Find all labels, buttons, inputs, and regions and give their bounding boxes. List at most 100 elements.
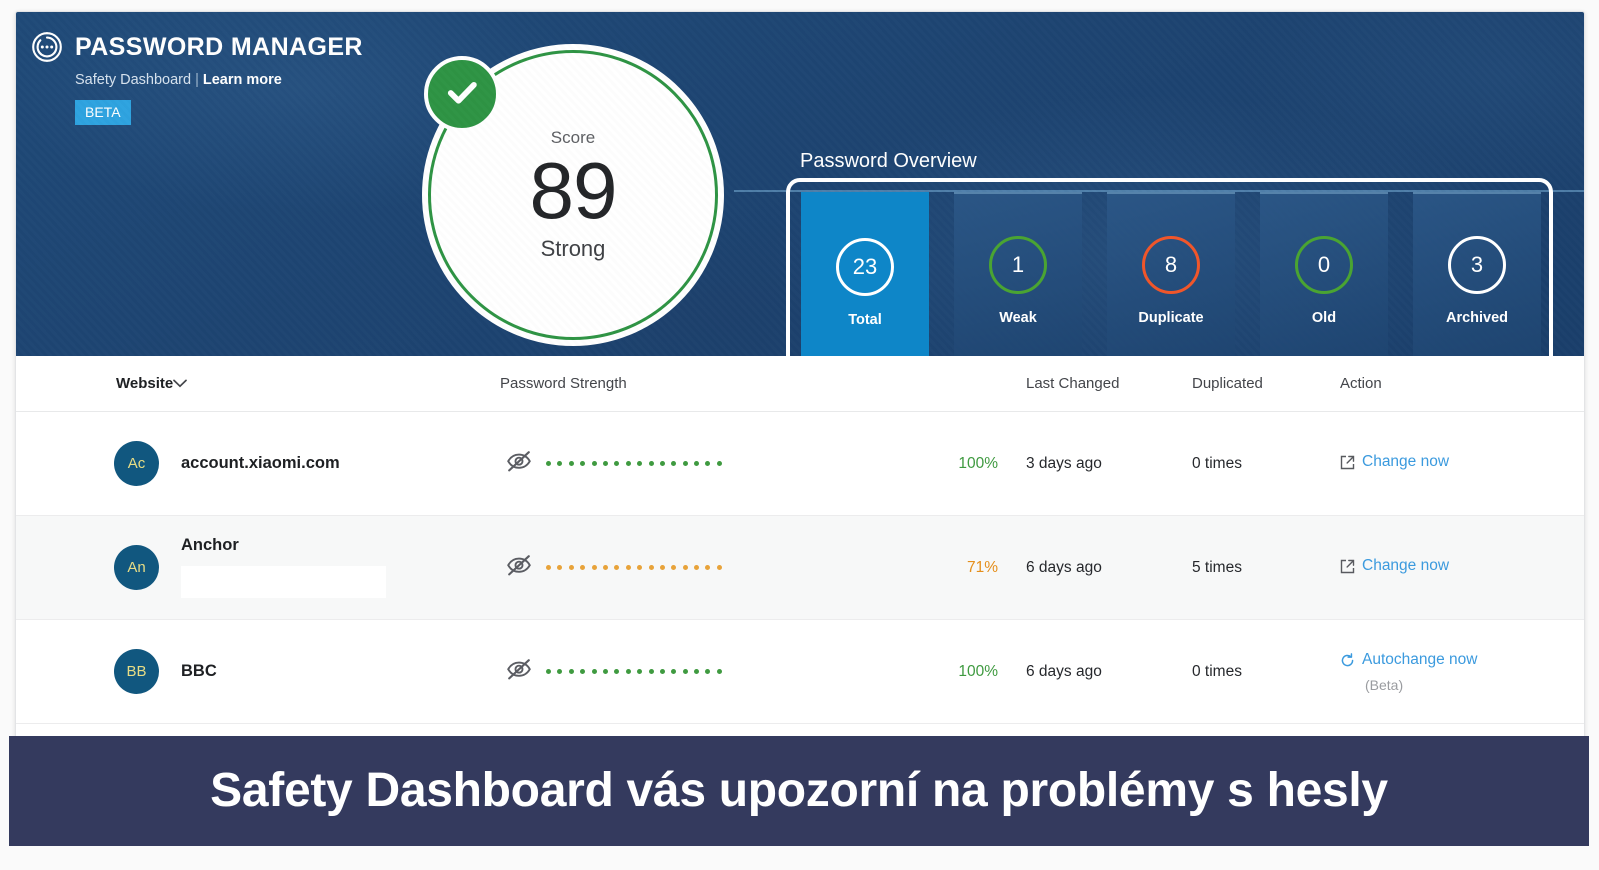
strength-percent: 100% [958, 454, 998, 472]
external-link-icon [1340, 559, 1355, 579]
overview-label: Duplicate [1138, 309, 1204, 326]
strength-percent-cell: 71% [892, 559, 1004, 577]
screenshot-stage: PASSWORD MANAGER Safety Dashboard | Learn … [0, 0, 1599, 870]
action-cell: Change now [1340, 557, 1584, 579]
overview-count-ring: 3 [1448, 235, 1506, 294]
table-row[interactable]: An Anchor 71% 6 days ago 5 times Change now [16, 516, 1584, 620]
password-dot [591, 461, 597, 466]
overview-card-duplicate[interactable]: 8 Duplicate [1107, 192, 1235, 356]
password-dot [716, 669, 722, 674]
overview-card-total[interactable]: 23 Total [801, 192, 929, 356]
password-dot [682, 461, 688, 466]
password-dot [591, 565, 597, 570]
eye-off-icon[interactable] [506, 554, 532, 581]
duplicated-value: 0 times [1192, 662, 1242, 680]
action-link[interactable]: Change now [1340, 557, 1449, 579]
password-dot [580, 565, 586, 570]
score-check-badge [424, 56, 500, 132]
password-dot [659, 461, 665, 466]
overview-label: Old [1311, 309, 1337, 326]
website-cell: BB BBC [30, 649, 500, 694]
overview-card-archived[interactable]: 3 Archived [1413, 192, 1541, 356]
safety-dashboard-label: Safety Dashboard [75, 72, 192, 88]
password-overview-title: Password Overview [800, 150, 977, 172]
website-cell: An Anchor [30, 537, 500, 598]
password-dot [637, 565, 643, 570]
overview-card-old[interactable]: 0 Old [1260, 192, 1388, 356]
password-overview-cards: 23 Total 1 Weak 8 Duplicate 0 Old 3 Archived [801, 192, 1541, 356]
password-dot [705, 565, 711, 570]
password-dot [694, 565, 700, 570]
strength-percent: 71% [966, 558, 998, 576]
avatar: BB [114, 649, 159, 694]
password-dot [648, 461, 654, 466]
redacted-username-field [181, 565, 386, 598]
app-window: PASSWORD MANAGER Safety Dashboard | Learn … [15, 11, 1585, 823]
table-row[interactable]: BB BBC 100% 6 days ago 0 times Autochange n… [16, 620, 1584, 724]
last-changed-cell: 3 days ago [1004, 455, 1192, 473]
score-state: Strong [540, 235, 606, 261]
duplicated-cell: 5 times [1192, 559, 1340, 577]
score-label: Score [550, 128, 596, 148]
header-action-label: Action [1340, 374, 1382, 392]
password-dot [602, 669, 608, 674]
password-dot [671, 461, 677, 466]
password-dot [716, 565, 722, 570]
password-dot [659, 669, 665, 674]
eye-off-icon[interactable] [506, 658, 532, 685]
action-cell: Change now [1340, 453, 1584, 475]
table-row[interactable]: Ac account.xiaomi.com 100% 3 days ago 0 tim… [16, 412, 1584, 516]
chevron-down-icon[interactable] [173, 375, 188, 393]
app-title: PASSWORD MANAGER [75, 32, 363, 61]
passwords-table: Website Password Strength Last Changed D… [16, 356, 1584, 724]
overview-count: 23 [852, 253, 878, 279]
overview-label: Total [848, 311, 882, 328]
beta-badge: BETA [75, 99, 131, 125]
duplicated-value: 5 times [1192, 558, 1242, 576]
password-dot [557, 461, 563, 466]
action-label: Autochange now [1362, 650, 1478, 668]
header-website-cell[interactable]: Website [30, 375, 500, 393]
password-dot [614, 461, 620, 466]
learn-more-link[interactable]: Learn more [203, 72, 282, 88]
last-changed-value: 3 days ago [1026, 454, 1102, 472]
site-block: BBC [181, 663, 217, 680]
action-link[interactable]: Autochange now [1340, 651, 1477, 673]
password-dot [568, 461, 574, 466]
password-dot [557, 669, 563, 674]
password-dot [648, 669, 654, 674]
password-dot [682, 565, 688, 570]
avatar: An [114, 545, 159, 590]
brand-block: PASSWORD MANAGER Safety Dashboard | Learn … [30, 30, 460, 125]
avatar-initials: Ac [127, 455, 146, 472]
masked-password-dots [546, 565, 722, 570]
score-value: 89 [529, 146, 618, 236]
site-name: account.xiaomi.com [181, 454, 340, 473]
password-dot [705, 669, 711, 674]
last-changed-value: 6 days ago [1026, 558, 1102, 576]
overview-card-weak[interactable]: 1 Weak [954, 192, 1082, 356]
password-dot [637, 669, 643, 674]
action-link[interactable]: Change now [1340, 453, 1449, 475]
site-block: Anchor [181, 537, 386, 598]
password-dot [671, 669, 677, 674]
password-dot [614, 565, 620, 570]
action-sublabel: (Beta) [1365, 676, 1404, 693]
password-strength-cell [500, 554, 892, 581]
overview-count: 3 [1470, 251, 1484, 277]
overview-count: 0 [1317, 251, 1331, 277]
brand-subtitle: Safety Dashboard | Learn more [75, 73, 460, 88]
header-strength-cell: Password Strength [500, 375, 892, 392]
password-dot [694, 461, 700, 466]
last-changed-cell: 6 days ago [1004, 559, 1192, 577]
header-duplicated-cell: Duplicated [1192, 375, 1340, 393]
header-duplicated-label: Duplicated [1192, 374, 1263, 392]
password-dot [694, 669, 700, 674]
password-dot [557, 565, 563, 570]
password-dot [546, 565, 551, 570]
password-strength-cell [500, 450, 892, 477]
eye-off-icon[interactable] [506, 450, 532, 477]
password-dot [602, 565, 608, 570]
password-dot [716, 461, 722, 466]
action-label: Change now [1362, 556, 1450, 574]
